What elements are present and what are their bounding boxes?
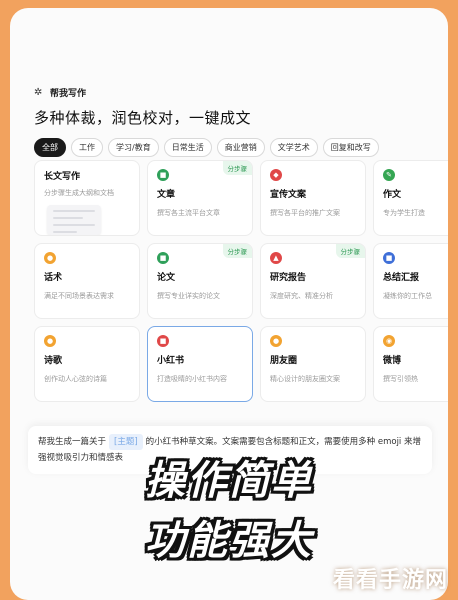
- tab-all[interactable]: 全部: [34, 138, 66, 157]
- document-preview-icon: [47, 205, 101, 235]
- page-headline: 多种体裁，润色校对，一键成文: [34, 109, 252, 127]
- card-title: 文章: [157, 190, 176, 200]
- card-xiaohongshu[interactable]: ■ 小红书 打造吸睛的小红书内容: [147, 326, 253, 402]
- card-script[interactable]: ● 话术 满足不同场景表达需求: [34, 243, 140, 319]
- prompt-prefix: 帮我生成一篇关于: [38, 437, 107, 447]
- app-name: ✲ 帮我写作: [34, 86, 251, 99]
- card-weibo[interactable]: ◉ 微博 撰写引领热: [373, 326, 448, 402]
- weibo-icon: ◉: [383, 335, 395, 347]
- document-icon: ■: [157, 169, 169, 181]
- tab-literature[interactable]: 文学艺术: [269, 138, 318, 157]
- overlay-caption-line2: 功能强大: [145, 518, 313, 564]
- header: ✲ 帮我写作 多种体裁，润色校对，一键成文: [34, 86, 251, 128]
- card-desc: 撰写引领热: [383, 375, 418, 383]
- megaphone-icon: ◆: [270, 169, 282, 181]
- card-title: 微博: [383, 356, 402, 366]
- card-paper[interactable]: 分步骤 ■ 论文 撰写专业详实的论文: [147, 243, 253, 319]
- card-poetry[interactable]: ● 诗歌 创作动人心弦的诗篇: [34, 326, 140, 402]
- card-desc: 凝练你的工作总: [383, 292, 432, 300]
- card-long-writing[interactable]: 长文写作 分步骤生成大纲和文档: [34, 160, 140, 236]
- card-research-report[interactable]: 分步骤 ▲ 研究报告 深度研究、精准分析: [260, 243, 366, 319]
- site-watermark: 看看手游网: [332, 568, 448, 593]
- card-desc: 撰写各主流平台文章: [157, 209, 220, 217]
- card-essay[interactable]: ✎ 作文 专为学生打造: [373, 160, 448, 236]
- paper-icon: ■: [157, 252, 169, 264]
- card-desc: 打造吸睛的小红书内容: [157, 375, 227, 383]
- card-desc: 精心设计的朋友圈文案: [270, 375, 340, 383]
- card-title: 话术: [44, 273, 63, 283]
- category-tabs: 全部 工作 学习/教育 日常生活 商业营销 文学艺术 回复和改写: [34, 138, 379, 157]
- card-desc: 分步骤生成大纲和文档: [44, 189, 114, 197]
- tab-daily[interactable]: 日常生活: [163, 138, 212, 157]
- poem-icon: ●: [44, 335, 56, 347]
- card-title: 长文写作: [44, 172, 81, 182]
- app-name-label: 帮我写作: [50, 89, 87, 99]
- card-summary-report[interactable]: ■ 总结汇报 凝练你的工作总: [373, 243, 448, 319]
- card-desc: 撰写专业详实的论文: [157, 292, 220, 300]
- pen-icon: ✎: [383, 169, 395, 181]
- card-desc: 撰写各平台的推广文案: [270, 209, 340, 217]
- tab-reply-rewrite[interactable]: 回复和改写: [322, 138, 379, 157]
- card-desc: 创作动人心弦的诗篇: [44, 375, 107, 383]
- tab-work[interactable]: 工作: [71, 138, 103, 157]
- overlay-caption-line1: 操作简单: [145, 458, 313, 504]
- sparkle-icon: ✲: [34, 86, 43, 98]
- summary-icon: ■: [383, 252, 395, 264]
- card-title: 总结汇报: [383, 273, 420, 283]
- card-desc: 深度研究、精准分析: [270, 292, 333, 300]
- step-badge: 分步骤: [222, 244, 252, 258]
- card-title: 朋友圈: [270, 356, 298, 366]
- card-title: 作文: [383, 190, 402, 200]
- tab-marketing[interactable]: 商业营销: [216, 138, 265, 157]
- card-moments[interactable]: ● 朋友圈 精心设计的朋友圈文案: [260, 326, 366, 402]
- card-promo-copy[interactable]: ◆ 宣传文案 撰写各平台的推广文案: [260, 160, 366, 236]
- card-title: 小红书: [157, 356, 185, 366]
- card-title: 宣传文案: [270, 190, 307, 200]
- card-article[interactable]: 分步骤 ■ 文章 撰写各主流平台文章: [147, 160, 253, 236]
- card-title: 诗歌: [44, 356, 63, 366]
- step-badge: 分步骤: [335, 244, 365, 258]
- template-grid: 长文写作 分步骤生成大纲和文档 分步骤 ■ 文章 撰写各主流平台文章 ◆ 宣传文…: [34, 160, 448, 402]
- tab-study[interactable]: 学习/教育: [108, 138, 159, 157]
- card-desc: 专为学生打造: [383, 209, 425, 217]
- card-title: 研究报告: [270, 273, 307, 283]
- card-desc: 满足不同场景表达需求: [44, 292, 114, 300]
- report-icon: ▲: [270, 252, 282, 264]
- card-title: 论文: [157, 273, 176, 283]
- book-icon: ■: [157, 335, 169, 347]
- moments-icon: ●: [270, 335, 282, 347]
- step-badge: 分步骤: [222, 161, 252, 175]
- chat-icon: ●: [44, 252, 56, 264]
